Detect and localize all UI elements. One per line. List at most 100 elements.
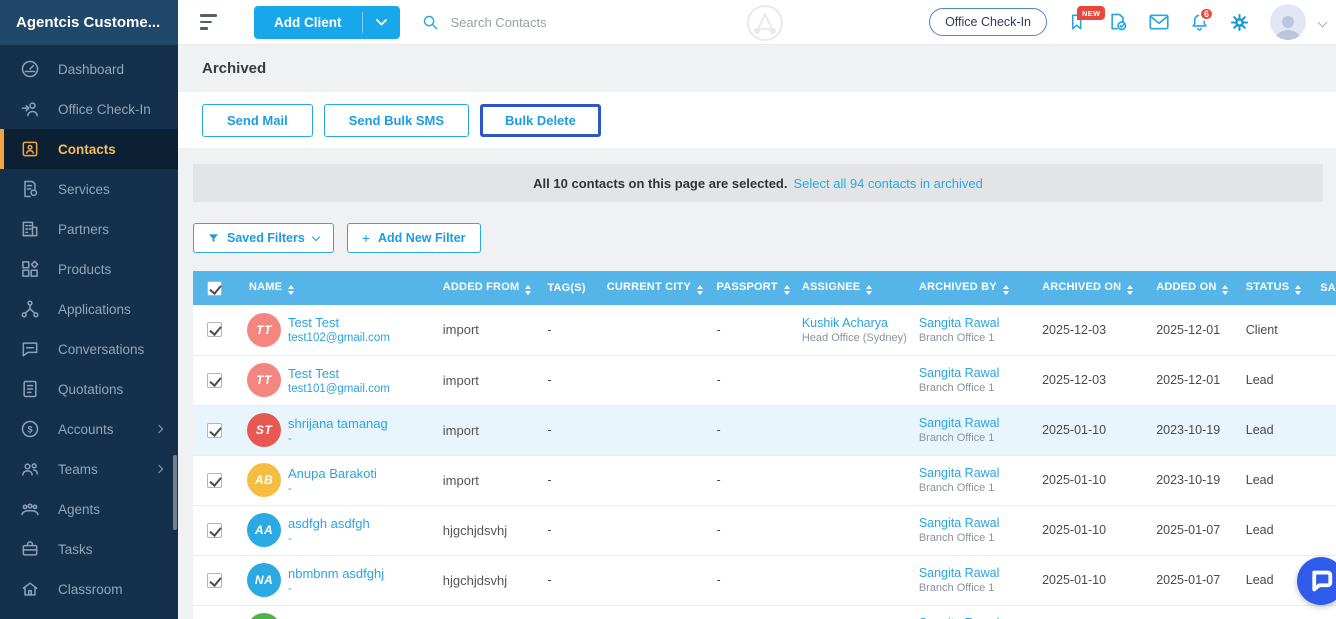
search-icon[interactable] xyxy=(422,14,439,31)
archived-by-link[interactable]: Sangita Rawal xyxy=(919,466,1000,480)
cell-tags: - xyxy=(535,355,594,405)
cell-archived-on: 2025-01-10 xyxy=(1030,405,1144,455)
row-checkbox[interactable] xyxy=(207,322,222,337)
sidebar-item-dashboard[interactable]: Dashboard xyxy=(0,49,178,89)
sidebar-item-partial[interactable] xyxy=(0,609,178,619)
task-check-icon[interactable] xyxy=(1108,12,1128,32)
cell-status: Lead xyxy=(1234,455,1308,505)
mail-icon[interactable] xyxy=(1149,14,1169,30)
sidebar-item-label: Tasks xyxy=(58,542,93,557)
sidebar-item-teams[interactable]: Teams xyxy=(0,449,178,489)
row-checkbox[interactable] xyxy=(207,523,222,538)
contact-name-link[interactable]: asdfgh asdfgh xyxy=(288,516,370,531)
chevron-down-icon[interactable] xyxy=(1318,17,1328,27)
archived-by-office: Branch Office 1 xyxy=(919,432,1030,444)
archived-by-link[interactable]: Sangita Rawal xyxy=(919,316,1000,330)
archived-by-link[interactable]: Sangita Rawal xyxy=(919,416,1000,430)
contact-name-link[interactable]: Anupa Barakoti xyxy=(288,466,377,481)
table-row: TT Test Test test101@gmail.com import - … xyxy=(193,355,1336,405)
sidebar-item-contacts[interactable]: Contacts xyxy=(0,129,178,169)
sort-icon xyxy=(525,285,531,295)
cell-assignee xyxy=(790,405,907,455)
select-all-link[interactable]: Select all 94 contacts in archived xyxy=(793,176,982,191)
saved-filters-label: Saved Filters xyxy=(227,231,305,245)
row-checkbox[interactable] xyxy=(207,373,222,388)
cell-assignee xyxy=(790,605,907,619)
cell-status: Lead xyxy=(1234,505,1308,555)
sidebar-item-applications[interactable]: Applications xyxy=(0,289,178,329)
contact-sub-link[interactable]: test101@gmail.com xyxy=(288,383,390,395)
saved-filters-button[interactable]: Saved Filters xyxy=(193,223,334,253)
send-mail-button[interactable]: Send Mail xyxy=(202,104,313,137)
cell-passport: - xyxy=(705,305,790,355)
accounts-icon: $ xyxy=(20,419,40,439)
hamburger-menu-icon[interactable] xyxy=(200,14,218,29)
cell-current-city xyxy=(595,605,705,619)
contact-name-link[interactable]: Test Test xyxy=(288,315,390,330)
new-badge: NEW xyxy=(1077,6,1105,20)
selection-banner-text: All 10 contacts on this page are selecte… xyxy=(533,176,787,191)
sidebar-item-classroom[interactable]: Classroom xyxy=(0,569,178,609)
user-avatar[interactable] xyxy=(1270,4,1306,40)
sort-icon xyxy=(866,285,872,295)
bulk-delete-button[interactable]: Bulk Delete xyxy=(480,104,601,137)
contact-sub-link[interactable]: test102@gmail.com xyxy=(288,332,390,344)
sidebar-item-quotations[interactable]: Quotations xyxy=(0,369,178,409)
column-header-added-on[interactable]: ADDED ON xyxy=(1144,271,1234,305)
archived-by-link[interactable]: Sangita Rawal xyxy=(919,566,1000,580)
sidebar-item-partners[interactable]: Partners xyxy=(0,209,178,249)
topbar: Add Client Office Check-In NEW xyxy=(178,0,1336,45)
column-header-current-city[interactable]: CURRENT CITY xyxy=(595,271,705,305)
row-checkbox[interactable] xyxy=(207,573,222,588)
column-header-sac[interactable]: SAC xyxy=(1308,271,1336,305)
archived-by-link[interactable]: Sangita Rawal xyxy=(919,516,1000,530)
cell-tags: - xyxy=(535,555,594,605)
sidebar-item-conversations[interactable]: Conversations xyxy=(0,329,178,369)
column-header-name[interactable]: NAME xyxy=(234,271,431,305)
gear-icon[interactable] xyxy=(1230,13,1249,32)
select-all-checkbox[interactable] xyxy=(207,281,222,296)
assignee-link[interactable]: Kushik Acharya xyxy=(802,316,888,330)
add-new-filter-button[interactable]: + Add New Filter xyxy=(347,223,481,253)
office-checkin-button[interactable]: Office Check-In xyxy=(929,8,1047,36)
row-checkbox[interactable] xyxy=(207,423,222,438)
sidebar-item-tasks[interactable]: Tasks xyxy=(0,529,178,569)
cell-sac xyxy=(1308,455,1336,505)
contacts-icon xyxy=(20,139,40,159)
contact-sub-link[interactable]: - xyxy=(288,583,384,595)
column-header-assignee[interactable]: ASSIGNEE xyxy=(790,271,907,305)
chevron-down-icon[interactable] xyxy=(363,6,400,39)
row-checkbox[interactable] xyxy=(207,473,222,488)
archived-by-link[interactable]: Sangita Rawal xyxy=(919,366,1000,380)
selection-banner: All 10 contacts on this page are selecte… xyxy=(193,164,1323,202)
bookmark-new-icon[interactable]: NEW xyxy=(1068,12,1087,32)
contact-sub-link[interactable]: - xyxy=(288,483,377,495)
table-row: NA nbmbnm asdfghj - hjgchjdsvhj - - Sang… xyxy=(193,555,1336,605)
send-bulk-sms-button[interactable]: Send Bulk SMS xyxy=(324,104,469,137)
chevron-right-icon xyxy=(155,425,163,433)
contact-name-link[interactable]: nbmbnm asdfghj xyxy=(288,566,384,581)
column-header-passport[interactable]: PASSPORT xyxy=(705,271,790,305)
column-header-archived-on[interactable]: ARCHIVED ON xyxy=(1030,271,1144,305)
contact-name-link[interactable]: Test Test xyxy=(288,366,390,381)
contact-sub-link[interactable]: - xyxy=(288,533,370,545)
column-header-added-from[interactable]: ADDED FROM xyxy=(431,271,536,305)
add-client-button[interactable]: Add Client xyxy=(254,6,400,39)
bell-icon[interactable]: 6 xyxy=(1190,12,1209,32)
sidebar-item-label: Accounts xyxy=(58,422,114,437)
contact-sub-link[interactable]: - xyxy=(288,433,388,445)
cell-status: Lead xyxy=(1234,405,1308,455)
sidebar-item-office-check-in[interactable]: Office Check-In xyxy=(0,89,178,129)
contact-name-link[interactable]: shrijana tamanag xyxy=(288,416,388,431)
column-header-archived-by[interactable]: ARCHIVED BY xyxy=(907,271,1030,305)
search-input[interactable] xyxy=(451,15,641,30)
column-header-tags[interactable]: TAG(S) xyxy=(535,271,594,305)
sidebar-item-products[interactable]: Products xyxy=(0,249,178,289)
contact-avatar: ST xyxy=(247,413,281,447)
contact-avatar: TT xyxy=(247,363,281,397)
sidebar-item-agents[interactable]: Agents xyxy=(0,489,178,529)
sidebar-item-services[interactable]: Services xyxy=(0,169,178,209)
sidebar-scrollbar-thumb[interactable] xyxy=(173,455,177,530)
column-header-status[interactable]: STATUS xyxy=(1234,271,1308,305)
sidebar-item-accounts[interactable]: $ Accounts xyxy=(0,409,178,449)
